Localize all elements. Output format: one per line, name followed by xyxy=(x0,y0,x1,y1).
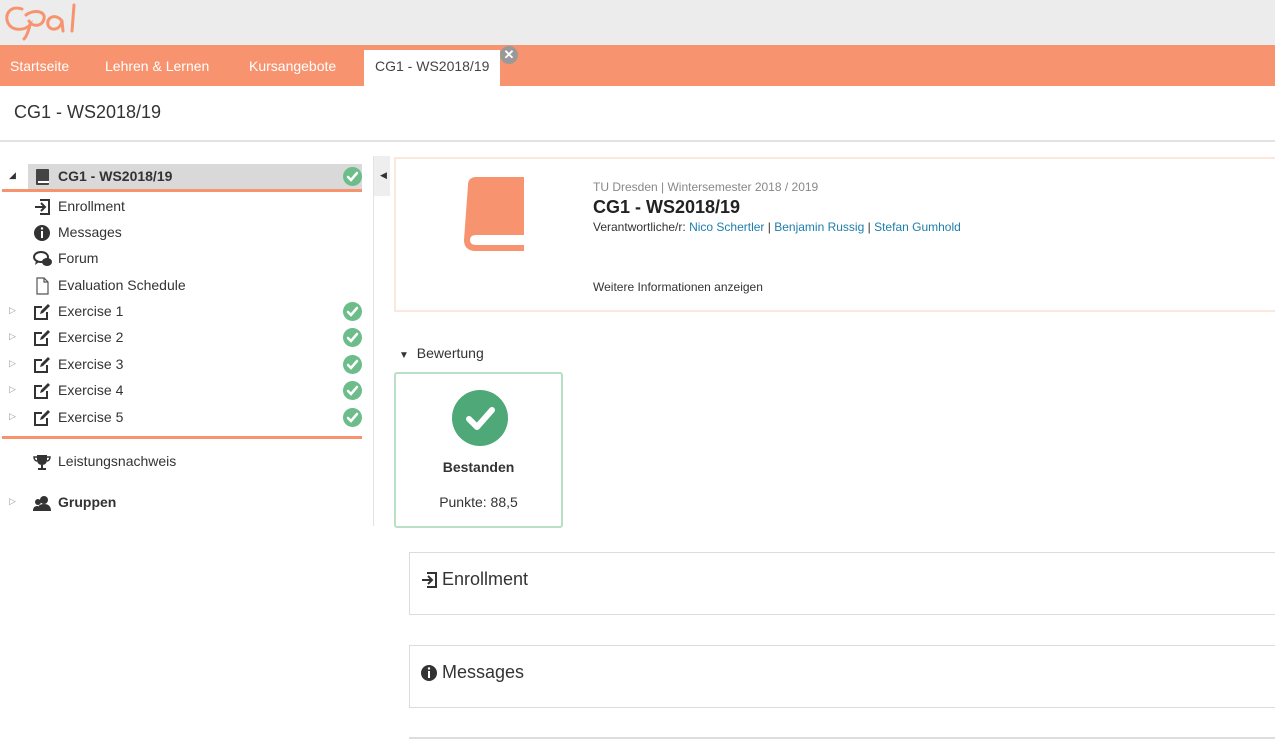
responsible-link[interactable]: Nico Schertler xyxy=(689,220,764,234)
responsible-label: Verantwortliche/r: xyxy=(593,220,686,234)
tree-item-exercise-3[interactable]: ▷ Exercise 3 xyxy=(0,352,365,378)
passed-check-icon xyxy=(343,302,362,321)
tree-item-label: Exercise 2 xyxy=(58,329,124,345)
divider xyxy=(0,140,1275,142)
course-name: CG1 - WS2018/19 xyxy=(593,197,741,217)
course-book-icon xyxy=(462,177,526,256)
tree-section-divider xyxy=(2,436,362,439)
document-icon xyxy=(33,277,51,295)
expand-icon[interactable]: ▷ xyxy=(9,411,16,422)
course-tree: ◢ CG1 - WS2018/19 Enrollment Messages Fo… xyxy=(0,150,370,530)
tree-item-label: Messages xyxy=(58,224,122,240)
main-navigation: Startseite Lehren & Lernen Kursangebote … xyxy=(0,45,1275,86)
tree-item-label: Exercise 3 xyxy=(58,356,124,372)
tree-item-label: Enrollment xyxy=(58,198,125,214)
tree-item-exercise-1[interactable]: ▷ Exercise 1 xyxy=(0,299,365,325)
caret-down-icon: ▼ xyxy=(399,350,409,361)
tree-item-leistungsnachweis[interactable]: Leistungsnachweis xyxy=(0,449,365,475)
enrollment-icon xyxy=(420,571,438,594)
section-enrollment[interactable]: Enrollment xyxy=(409,552,1275,615)
tree-root-label: CG1 - WS2018/19 xyxy=(58,168,173,184)
edit-icon xyxy=(33,382,51,400)
app-header xyxy=(0,0,1275,45)
expand-icon[interactable]: ▷ xyxy=(9,331,16,342)
panel-divider xyxy=(373,156,374,526)
expand-icon[interactable]: ▷ xyxy=(9,305,16,316)
expand-icon[interactable]: ▷ xyxy=(9,358,16,369)
separator: | xyxy=(867,220,871,234)
passed-check-icon xyxy=(343,328,362,347)
book-icon xyxy=(34,168,52,186)
opal-logo[interactable] xyxy=(2,1,84,46)
assessment-heading: Bewertung xyxy=(416,345,484,361)
edit-icon xyxy=(33,409,51,427)
forum-icon xyxy=(33,250,52,268)
info-icon xyxy=(420,664,438,687)
assessment-card: Bestanden Punkte: 88,5 xyxy=(394,372,563,528)
tree-item-label: Forum xyxy=(58,250,99,266)
enrollment-icon xyxy=(33,198,51,216)
responsible-link[interactable]: Stefan Gumhold xyxy=(874,220,961,234)
passed-check-icon xyxy=(452,390,508,446)
tab-startseite[interactable]: Startseite xyxy=(10,58,69,74)
tree-item-label: Exercise 4 xyxy=(58,382,124,398)
assessment-points: Punkte: 88,5 xyxy=(439,494,518,510)
section-title: Enrollment xyxy=(442,569,529,589)
tab-lehren-lernen[interactable]: Lehren & Lernen xyxy=(105,58,209,74)
page-title: CG1 - WS2018/19 xyxy=(14,102,162,122)
tree-item-label: Gruppen xyxy=(58,494,117,510)
responsible-link[interactable]: Benjamin Russig xyxy=(774,220,864,234)
tree-root-underline xyxy=(2,189,362,192)
passed-check-icon xyxy=(343,167,362,186)
tree-item-label: Leistungsnachweis xyxy=(58,453,177,469)
edit-icon xyxy=(33,329,51,347)
tree-root[interactable]: CG1 - WS2018/19 xyxy=(28,164,362,190)
close-tab-icon[interactable]: ✕ xyxy=(500,46,518,64)
assessment-toggle[interactable]: ▼ Bewertung xyxy=(399,345,484,361)
tree-item-label: Evaluation Schedule xyxy=(58,277,186,293)
passed-check-icon xyxy=(343,355,362,374)
edit-icon xyxy=(33,303,51,321)
tree-item-messages[interactable]: Messages xyxy=(0,220,365,246)
group-icon xyxy=(33,494,51,512)
tree-item-exercise-4[interactable]: ▷ Exercise 4 xyxy=(0,378,365,404)
course-responsible: Verantwortliche/r: Nico Schertler | Benj… xyxy=(593,220,961,234)
tree-item-exercise-5[interactable]: ▷ Exercise 5 xyxy=(0,405,365,431)
expand-icon[interactable]: ▷ xyxy=(9,496,16,507)
passed-check-icon xyxy=(343,408,362,427)
more-info-link[interactable]: Weitere Informationen anzeigen xyxy=(593,280,763,294)
tree-item-label: Exercise 1 xyxy=(58,303,124,319)
collapse-icon[interactable]: ◢ xyxy=(9,170,16,181)
info-icon xyxy=(33,224,51,242)
section-messages[interactable]: Messages xyxy=(409,645,1275,708)
separator: | xyxy=(767,220,771,234)
tree-item-evaluation-schedule[interactable]: Evaluation Schedule xyxy=(0,273,365,299)
expand-icon[interactable]: ▷ xyxy=(9,384,16,395)
tree-item-gruppen[interactable]: ▷ Gruppen xyxy=(0,490,365,516)
edit-icon xyxy=(33,356,51,374)
tree-item-label: Exercise 5 xyxy=(58,409,124,425)
tree-item-enrollment[interactable]: Enrollment xyxy=(0,194,365,220)
assessment-status: Bestanden xyxy=(442,459,515,475)
tab-kursangebote[interactable]: Kursangebote xyxy=(249,58,336,74)
section-title: Messages xyxy=(442,662,525,682)
tree-item-exercise-2[interactable]: ▷ Exercise 2 xyxy=(0,325,365,351)
collapse-sidebar-icon[interactable]: ◀ xyxy=(380,170,387,181)
course-meta: TU Dresden | Wintersemester 2018 / 2019 xyxy=(593,180,819,194)
passed-check-icon xyxy=(343,381,362,400)
tab-course-active[interactable]: CG1 - WS2018/19 xyxy=(364,50,501,86)
tree-item-forum[interactable]: Forum xyxy=(0,246,365,272)
trophy-icon xyxy=(33,453,51,471)
course-info-card: TU Dresden | Wintersemester 2018 / 2019 … xyxy=(394,157,1275,312)
